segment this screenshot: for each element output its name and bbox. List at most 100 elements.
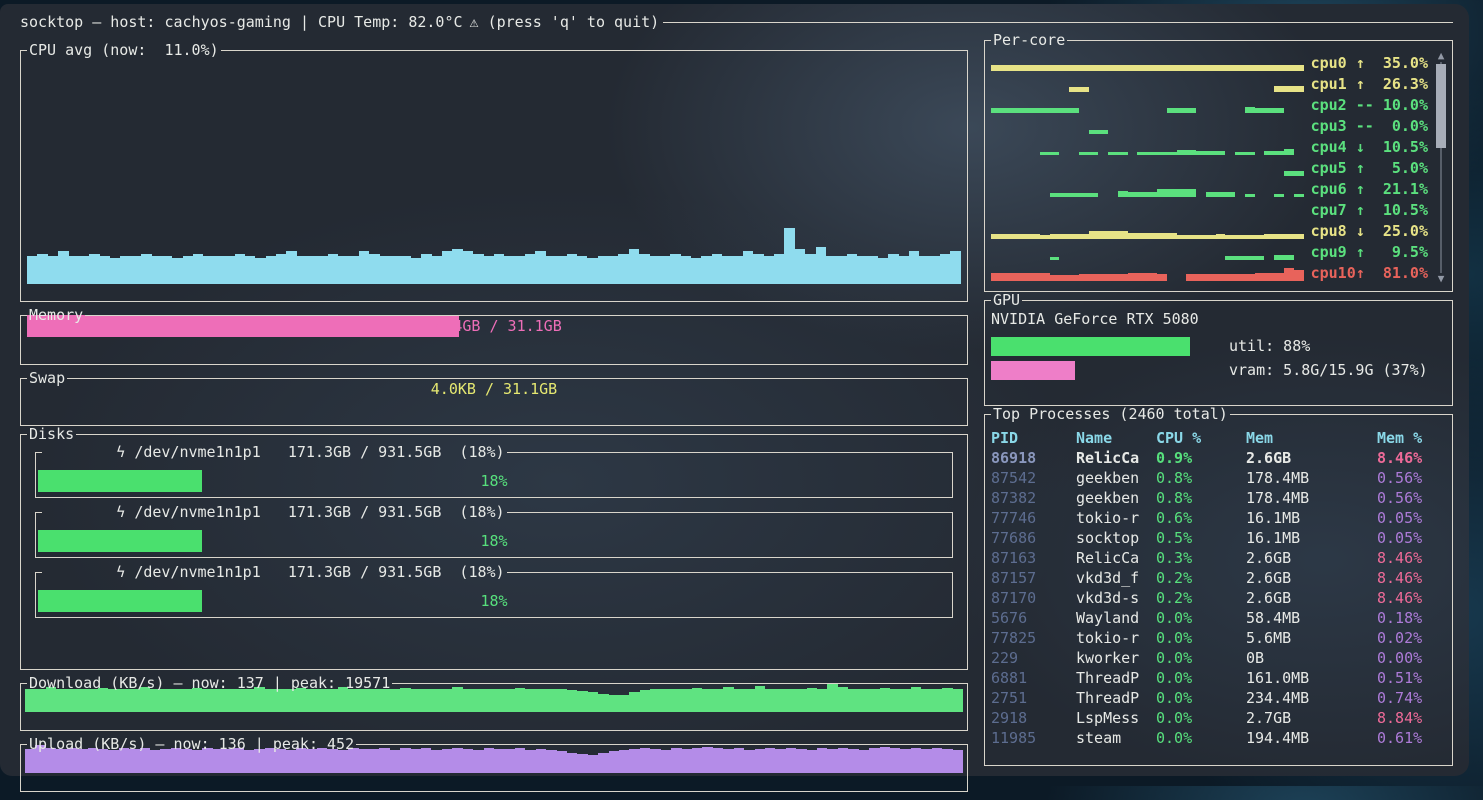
spark-bar bbox=[1264, 65, 1274, 71]
cell-pid: 87542 bbox=[991, 468, 1076, 488]
cell-mem-pct: 8.46% bbox=[1377, 588, 1446, 608]
scroll-down-icon[interactable]: ▼ bbox=[1438, 273, 1445, 285]
process-row: 77825 tokio-r 0.0% 5.6MB 0.02% bbox=[991, 628, 1446, 648]
spark-bar bbox=[1216, 151, 1226, 155]
spark-bar bbox=[245, 256, 255, 284]
cell-cpu-pct: 0.2% bbox=[1156, 588, 1246, 608]
spark-bar bbox=[1245, 65, 1255, 71]
spark-bar bbox=[764, 256, 774, 284]
spark-bar bbox=[1089, 152, 1099, 155]
spark-bar bbox=[1050, 193, 1060, 197]
spark-bar bbox=[1167, 65, 1177, 71]
cell-cpu-pct: 0.0% bbox=[1156, 728, 1246, 748]
spark-bar bbox=[1225, 65, 1235, 71]
app-title: socktop — host: cachyos-gaming | CPU Tem… bbox=[20, 13, 463, 31]
spark-bar bbox=[691, 258, 701, 284]
spark-bar bbox=[1069, 193, 1079, 197]
cell-cpu-pct: 0.0% bbox=[1156, 648, 1246, 668]
spark-bar bbox=[1294, 86, 1304, 92]
spark-bar bbox=[1118, 152, 1128, 155]
spark-bar bbox=[1128, 273, 1138, 282]
spark-bar bbox=[1089, 274, 1099, 281]
spark-bar bbox=[1294, 171, 1304, 176]
spark-bar bbox=[991, 234, 1001, 239]
cell-name: kworker bbox=[1076, 648, 1156, 668]
spark-bar bbox=[784, 228, 794, 284]
cell-name: steam bbox=[1076, 728, 1156, 748]
cell-mem-pct: 0.51% bbox=[1377, 668, 1446, 688]
spark-bar bbox=[1050, 234, 1060, 239]
spark-bar bbox=[1245, 235, 1255, 239]
spark-bar bbox=[452, 249, 462, 284]
spark-bar bbox=[1177, 65, 1187, 71]
spark-bar bbox=[89, 254, 99, 284]
cell-name: tokio-r bbox=[1076, 628, 1156, 648]
spark-bar bbox=[266, 256, 276, 284]
scrollbar-thumb[interactable] bbox=[1436, 64, 1446, 148]
spark-bar bbox=[1069, 108, 1079, 113]
spark-bar bbox=[224, 256, 234, 284]
spark-bar bbox=[660, 256, 670, 284]
spark-bar bbox=[1274, 234, 1284, 239]
col-header-name: Name bbox=[1076, 428, 1156, 448]
spark-bar bbox=[1294, 194, 1304, 197]
spark-bar bbox=[1069, 275, 1079, 281]
spark-bar bbox=[609, 751, 619, 773]
spark-bar bbox=[826, 256, 836, 284]
cell-cpu-pct: 0.6% bbox=[1156, 508, 1246, 528]
scroll-up-icon[interactable]: ▲ bbox=[1438, 50, 1445, 62]
spark-bar bbox=[58, 251, 68, 284]
main-layout: CPU avg (now: 11.0%) Memory 14.4GB / 31.… bbox=[20, 40, 1453, 800]
col-header-mem: Mem bbox=[1246, 428, 1377, 448]
spark-bar bbox=[1020, 65, 1030, 71]
cell-cpu-pct: 0.0% bbox=[1156, 608, 1246, 628]
spark-bar bbox=[1284, 86, 1294, 92]
spark-bar bbox=[1235, 65, 1245, 71]
spark-bar bbox=[701, 256, 711, 284]
spark-bar bbox=[640, 690, 650, 712]
spark-bar bbox=[1274, 65, 1284, 71]
spark-bar bbox=[1040, 108, 1050, 113]
spark-bar bbox=[588, 755, 598, 773]
spark-bar bbox=[1030, 234, 1040, 239]
spark-bar bbox=[152, 256, 162, 284]
cell-mem: 0B bbox=[1246, 648, 1377, 668]
cell-name: geekben bbox=[1076, 468, 1156, 488]
cell-mem-pct: 0.56% bbox=[1377, 468, 1446, 488]
spark-bar bbox=[1011, 65, 1021, 71]
spark-bar bbox=[1216, 192, 1226, 197]
disk-subpanel: ϟ /dev/nvme1n1p1 171.3GB / 931.5GB (18%)… bbox=[35, 572, 953, 618]
cpu-avg-title: CPU avg (now: 11.0%) bbox=[27, 41, 221, 59]
cell-mem-pct: 8.84% bbox=[1377, 708, 1446, 728]
spark-bar bbox=[69, 256, 79, 284]
spark-bar bbox=[1050, 65, 1060, 71]
spark-bar bbox=[1196, 65, 1206, 71]
core-sparkline bbox=[991, 243, 1304, 260]
spark-bar bbox=[577, 754, 587, 773]
spark-bar bbox=[1059, 193, 1069, 197]
spark-bar bbox=[1108, 65, 1118, 71]
spark-bar bbox=[1196, 235, 1206, 239]
spark-bar bbox=[1245, 274, 1255, 281]
spark-bar bbox=[1167, 152, 1177, 155]
spark-bar bbox=[609, 695, 619, 712]
per-core-scrollbar[interactable]: ▲ ▼ bbox=[1434, 50, 1448, 285]
spark-bar bbox=[1089, 130, 1099, 134]
core-label: cpu7 ↑ 10.5% bbox=[1311, 201, 1428, 219]
spark-bar bbox=[432, 256, 442, 284]
spark-bar bbox=[1245, 256, 1255, 260]
gpu-util-label: util: 88% bbox=[1229, 337, 1310, 355]
spark-bar bbox=[577, 256, 587, 284]
cell-pid: 2751 bbox=[991, 688, 1076, 708]
spark-bar bbox=[1098, 130, 1108, 134]
core-label: cpu0 ↑ 35.0% bbox=[1311, 54, 1428, 72]
spark-bar bbox=[629, 692, 639, 712]
cell-mem-pct: 0.56% bbox=[1377, 488, 1446, 508]
spark-bar bbox=[1255, 273, 1265, 282]
scrollbar-track[interactable] bbox=[1434, 62, 1448, 273]
spark-bar bbox=[1128, 65, 1138, 71]
disks-panel: Disks ϟ /dev/nvme1n1p1 171.3GB / 931.5GB… bbox=[20, 434, 968, 670]
spark-bar bbox=[1157, 233, 1167, 239]
spark-bar bbox=[639, 254, 649, 284]
spark-bar bbox=[857, 256, 867, 284]
